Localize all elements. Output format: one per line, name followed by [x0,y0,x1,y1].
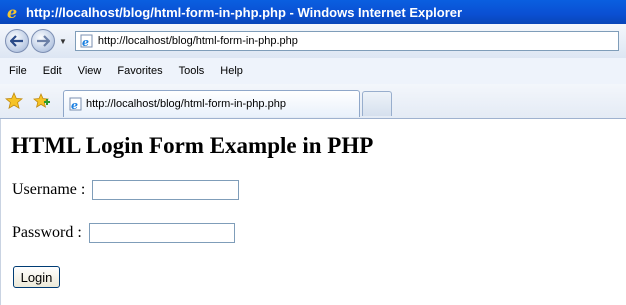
username-label: Username : [12,181,90,198]
ie-page-icon: e [80,34,94,48]
tab-bar: e http://localhost/blog/html-form-in-php… [0,84,626,119]
ie-logo-icon: e [4,3,22,21]
menu-file[interactable]: File [0,65,35,77]
forward-arrow-icon [37,35,50,47]
address-bar[interactable]: e http://localhost/blog/html-form-in-php… [74,31,619,51]
username-row: Username : [12,180,240,200]
window-titlebar: e http://localhost/blog/html-form-in-php… [0,0,626,24]
password-row: Password : [12,223,235,243]
username-input[interactable] [92,180,240,200]
svg-text:e: e [82,36,89,48]
password-input[interactable] [88,223,235,243]
back-button[interactable] [5,29,29,53]
password-label: Password : [12,224,86,241]
tab-label: http://localhost/blog/html-form-in-php.p… [86,98,286,110]
menu-edit[interactable]: Edit [35,65,70,77]
window-title: http://localhost/blog/html-form-in-php.p… [26,4,463,20]
add-favorites-icon[interactable] [33,92,51,115]
menu-view[interactable]: View [70,65,110,77]
back-arrow-icon [10,35,23,47]
menu-favorites[interactable]: Favorites [109,65,170,77]
new-tab-button[interactable] [362,91,392,116]
page-heading: HTML Login Form Example in PHP [11,133,374,158]
favorites-star-icon[interactable] [4,91,24,115]
page-content: HTML Login Form Example in PHP Username … [0,119,626,305]
navigation-bar: ▼ e http://localhost/blog/html-form-in-p… [0,24,626,58]
svg-text:e: e [71,99,78,111]
menu-bar: File Edit View Favorites Tools Help [0,58,626,85]
svg-text:e: e [7,4,17,20]
menu-tools[interactable]: Tools [171,65,213,77]
recent-pages-dropdown-icon[interactable]: ▼ [59,37,67,46]
address-url: http://localhost/blog/html-form-in-php.p… [97,35,298,47]
ie-page-icon: e [69,97,83,111]
menu-help[interactable]: Help [212,65,251,77]
tab-current-page[interactable]: e http://localhost/blog/html-form-in-php… [63,90,360,117]
forward-button[interactable] [31,29,55,53]
login-button[interactable]: Login [13,266,60,288]
